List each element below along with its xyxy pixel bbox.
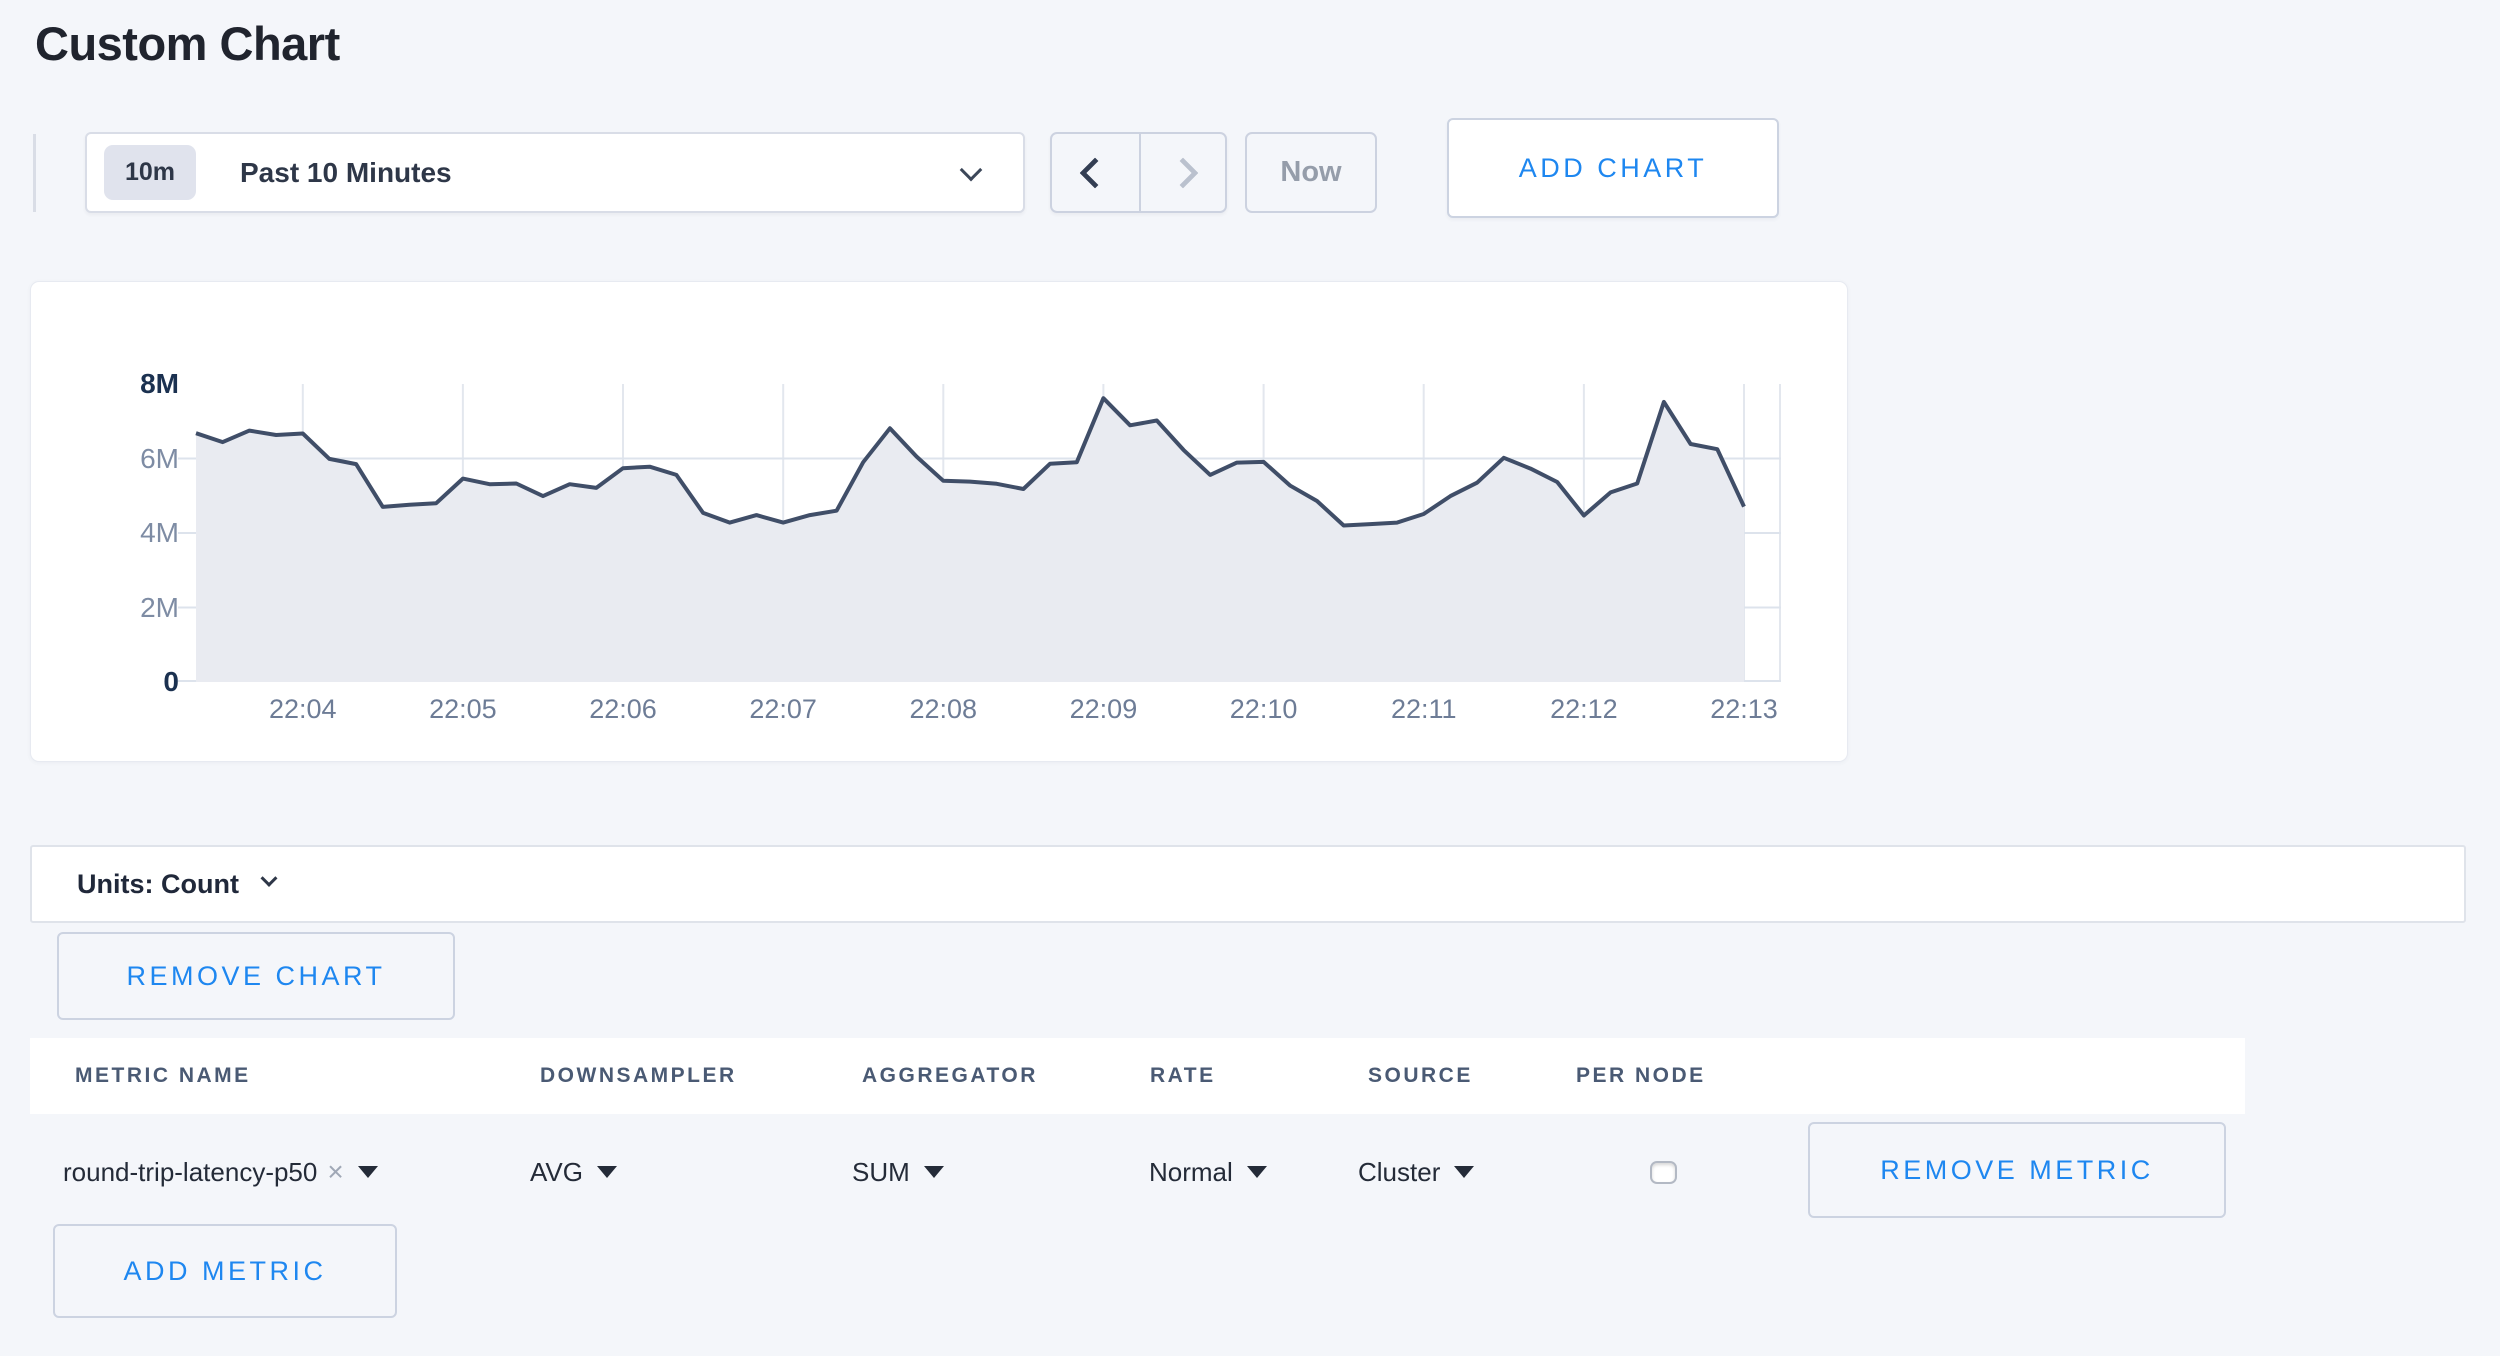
x-tick-label: 22:07	[749, 694, 817, 725]
chevron-left-icon	[1080, 157, 1111, 188]
y-tick-label: 2M	[31, 591, 179, 625]
aggregator-dropdown[interactable]: SUM	[852, 1150, 944, 1194]
step-back-button[interactable]	[1052, 134, 1139, 211]
series-area	[196, 398, 1744, 682]
caret-down-icon	[358, 1166, 378, 1178]
x-tick-label: 22:04	[269, 694, 337, 725]
chevron-down-icon	[960, 159, 983, 182]
caret-down-icon	[597, 1166, 617, 1178]
page-title: Custom Chart	[35, 16, 340, 71]
x-tick-label: 22:10	[1230, 694, 1298, 725]
units-selector[interactable]: Units: Count	[30, 845, 2466, 923]
column-header-rate: RATE	[1150, 1038, 1216, 1114]
time-step-controls	[1050, 132, 1227, 213]
source-dropdown[interactable]: Cluster	[1358, 1150, 1474, 1194]
x-tick-label: 22:13	[1710, 694, 1778, 725]
clear-metric-icon[interactable]: ×	[327, 1158, 343, 1186]
toolbar-left-rule	[33, 134, 36, 212]
time-series-plot: 22:0422:0522:0622:0722:0822:0922:1022:11…	[196, 384, 1781, 682]
units-label: Units: Count	[77, 869, 239, 900]
x-tick-label: 22:12	[1550, 694, 1618, 725]
x-axis-labels: 22:04 22:05 22:06 22:07 22:08 22:09 22:10 22:11…	[196, 682, 1781, 722]
caret-down-icon	[1454, 1166, 1474, 1178]
column-header-aggregator: AGGREGATOR	[862, 1038, 1038, 1114]
y-tick-label: 0	[31, 665, 179, 699]
x-tick-label: 22:08	[910, 694, 978, 725]
chevron-right-icon	[1167, 157, 1198, 188]
downsampler-value: AVG	[530, 1157, 583, 1188]
time-range-label: Past 10 Minutes	[240, 157, 452, 189]
column-header-metric-name: METRIC NAME	[75, 1038, 251, 1114]
remove-metric-button[interactable]: REMOVE METRIC	[1808, 1122, 2226, 1218]
metric-name-dropdown[interactable]: round-trip-latency-p50 ×	[63, 1150, 378, 1194]
metrics-table-header: METRIC NAME DOWNSAMPLER AGGREGATOR RATE …	[30, 1038, 2245, 1114]
metric-name-value: round-trip-latency-p50	[63, 1157, 317, 1188]
y-axis-labels: 8M6M4M2M0	[31, 384, 179, 682]
y-tick-label: 8M	[31, 367, 179, 401]
chart-card: 8M 6M 4M 2M 0 22:04 22:05 22:06 22:07 22:08 22:09…	[30, 281, 1848, 762]
rate-dropdown[interactable]: Normal	[1149, 1150, 1267, 1194]
rate-value: Normal	[1149, 1157, 1233, 1188]
y-tick-label: 4M	[31, 516, 179, 550]
time-range-selector[interactable]: 10m Past 10 Minutes	[85, 132, 1025, 213]
area-chart	[196, 384, 1781, 682]
time-window-badge: 10m	[104, 145, 196, 200]
x-tick-label: 22:09	[1070, 694, 1138, 725]
caret-down-icon	[924, 1166, 944, 1178]
chevron-down-icon	[260, 870, 277, 887]
per-node-checkbox[interactable]	[1650, 1161, 1677, 1184]
custom-chart-page: Custom Chart 10m Past 10 Minutes Now ADD…	[0, 0, 2500, 1356]
x-tick-label: 22:05	[429, 694, 497, 725]
x-tick-label: 22:11	[1391, 694, 1457, 725]
column-header-per-node: PER NODE	[1576, 1038, 1706, 1114]
add-chart-button[interactable]: ADD CHART	[1447, 118, 1779, 218]
caret-down-icon	[1247, 1166, 1267, 1178]
now-button[interactable]: Now	[1245, 132, 1377, 213]
downsampler-dropdown[interactable]: AVG	[530, 1150, 617, 1194]
y-tick-label: 6M	[31, 442, 179, 476]
step-forward-button[interactable]	[1139, 134, 1226, 211]
column-header-downsampler: DOWNSAMPLER	[540, 1038, 737, 1114]
x-tick-label: 22:06	[589, 694, 657, 725]
remove-chart-button[interactable]: REMOVE CHART	[57, 932, 455, 1020]
source-value: Cluster	[1358, 1157, 1440, 1188]
column-header-source: SOURCE	[1368, 1038, 1473, 1114]
aggregator-value: SUM	[852, 1157, 910, 1188]
add-metric-button[interactable]: ADD METRIC	[53, 1224, 397, 1318]
